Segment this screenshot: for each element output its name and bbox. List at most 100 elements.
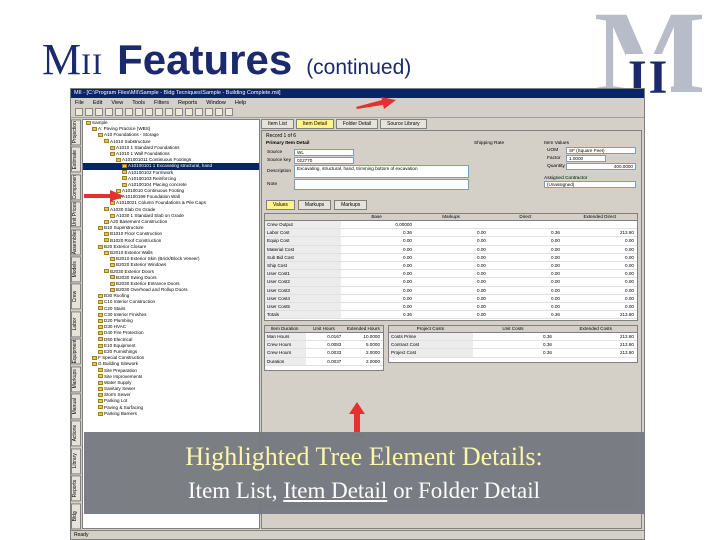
tab-source-library[interactable]: Source Library [380,119,427,129]
toolbar-button[interactable] [105,108,113,116]
toolbar-button[interactable] [155,108,163,116]
grid-cell: 0.00 [477,230,486,236]
quantity-field[interactable]: 400.0000 [566,162,636,170]
source-field[interactable]: WL [294,148,354,156]
folder-icon [98,386,103,391]
left-tab-manual[interactable]: Manual [71,393,81,420]
grid-cell: Costs Prime [389,333,473,341]
factor-field[interactable]: 1.0000 [566,154,606,162]
tree-node-label: C30 Interior Finishes [104,311,147,317]
left-tab-reports[interactable]: Reports [71,475,81,502]
tree-node[interactable]: Parking Barriers [83,411,259,417]
primary-detail-label: Primary Item Detail [266,141,310,146]
left-tab-equipment[interactable]: Equipment [71,338,81,365]
caption-line-1: Highlighted Tree Element Details: [185,442,543,471]
description-field[interactable]: Excavating, structural, hand, trimming b… [294,164,469,178]
left-tab-actions[interactable]: Actions [71,420,81,447]
grid-cell: 0.00 [551,279,560,285]
menu-item-help[interactable]: Help [235,100,246,106]
toolbar-button[interactable] [165,108,173,116]
grid-cell: 2.0000 [365,350,381,356]
grid-cell: User Cost3 [265,286,341,294]
tab-folder-detail[interactable]: Folder Detail [335,119,379,129]
left-tab-components[interactable]: Components [71,173,81,201]
grid-cell [489,221,563,228]
grid-cell: 0.00 [625,295,634,301]
menu-item-view[interactable]: View [111,100,123,106]
toolbar-button[interactable] [75,108,83,116]
menu-item-filters[interactable]: Filters [154,100,169,106]
note-field[interactable] [294,178,469,190]
tree-node-label: A1010010 Continuous Footing [122,188,185,194]
grid-row: Equip Cost 0.00 0.00 0.00 0.00 [265,237,637,246]
toolbar-button[interactable] [175,108,183,116]
grid-cell: 0.00 [551,295,560,301]
left-tab-markups[interactable]: Markups [71,365,81,393]
grid-cell: 213.80 [619,334,634,339]
toolbar-button[interactable] [115,108,123,116]
assigned-contractor-select[interactable]: (Unassigned) [544,181,636,188]
folder-icon [98,337,103,342]
grid-row: User Cost5 0.00 0.00 0.00 0.00 [265,302,637,312]
grid-row: Sub Bid Cost 0.00 0.00 0.00 0.00 [265,253,637,262]
caption-banner: Highlighted Tree Element Details: Item L… [84,432,644,514]
left-tab-labor[interactable]: Labor [71,310,81,338]
uom-select[interactable]: SF (Square Feet) [566,146,636,154]
tree-node-label: B1020 Roof Construction [110,237,162,243]
toolbar-button[interactable] [125,108,133,116]
toolbar-button[interactable] [215,108,223,116]
menu-item-tools[interactable]: Tools [132,100,145,106]
grid-cell: 0.00000 [395,222,412,227]
toolbar-button[interactable] [225,108,233,116]
caption-line-2: Item List, Item Detail or Folder Detail [84,478,644,504]
grid-cell: 0.00 [551,262,560,268]
folder-icon [110,287,115,292]
toolbar-button[interactable] [205,108,213,116]
menu-item-edit[interactable]: Edit [93,100,102,106]
subtab-markups[interactable]: Markups [297,200,332,210]
left-tab-library[interactable]: Library [71,447,81,475]
grid-cell: 0.36 [543,342,552,348]
left-tab-unit-prices[interactable]: Unit Prices [71,201,81,228]
folder-icon [98,331,103,336]
toolbar-button[interactable] [85,108,93,116]
toolbar-button[interactable] [135,108,143,116]
folder-icon [98,133,103,138]
toolbar-button[interactable] [195,108,203,116]
left-tab-projection[interactable]: Projection [71,119,81,146]
left-tab-assemblies[interactable]: Assemblies [71,228,81,256]
grid-cell: 10.0000 [363,334,381,339]
toolbar-button[interactable] [145,108,153,116]
subtab-values[interactable]: Values [266,200,295,210]
grid-cell: 5.0000 [365,342,381,348]
left-tab-crew[interactable]: Crew [71,283,81,310]
grid-cell: Equip Cost [265,237,341,245]
source-key-label: Source key [267,157,291,163]
grid-cell: Crew Output [265,221,341,229]
folder-icon [98,318,103,323]
grid-cell: 0.00 [477,287,486,293]
left-tab-models[interactable]: Models [71,256,81,283]
source-key-field[interactable]: 022770 [294,156,354,164]
grid-cell: 213.80 [619,350,634,356]
grid-cell: 0.00 [477,238,486,244]
grid-cell: 0.00 [403,271,412,277]
tree-node-label: Water Supply [104,379,132,385]
grid-header-cell: Unit Costs [502,326,524,331]
grid-cell: User Cost2 [265,278,341,286]
menu-item-file[interactable]: File [75,100,84,106]
folder-icon [98,343,103,348]
ship-rate-label: Shipping Rate [474,141,505,146]
toolbar-button[interactable] [95,108,103,116]
tab-item-detail[interactable]: Item Detail [295,119,334,129]
grid-cell: 0.00 [625,254,634,260]
left-tab-bldg[interactable]: Bldg [71,502,81,530]
menu-item-window[interactable]: Window [206,100,226,106]
tab-item-list[interactable]: Item List [261,119,294,129]
grid-header-cell: Extended Hours [346,326,380,331]
toolbar-button[interactable] [185,108,193,116]
description-label: Description [267,168,291,174]
menu-item-reports[interactable]: Reports [178,100,197,106]
subtab-markups[interactable]: Markups [334,200,368,210]
left-tab-estimate[interactable]: Estimate [71,146,81,173]
